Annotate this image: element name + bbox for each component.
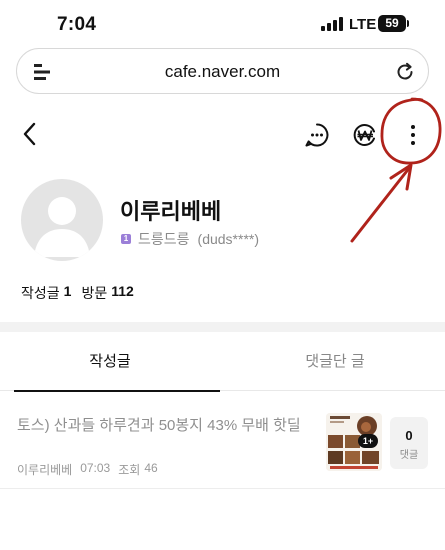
- signal-icon: [321, 17, 345, 31]
- won-currency-icon[interactable]: [352, 122, 378, 148]
- post-views: 46: [144, 461, 158, 475]
- post-meta: 이루리베베 07:03 조회 46: [17, 461, 166, 478]
- post-views-label: 조회: [118, 463, 141, 477]
- cafe-toolbar: [0, 112, 445, 156]
- chat-bubble-icon[interactable]: [304, 122, 330, 148]
- post-thumbnail[interactable]: 1+: [326, 413, 382, 471]
- more-vertical-icon[interactable]: [404, 122, 422, 148]
- url-text[interactable]: cafe.naver.com: [17, 62, 428, 82]
- visits-count: 112: [111, 283, 134, 299]
- post-time: 07:03: [80, 461, 111, 475]
- reload-icon[interactable]: [394, 61, 416, 83]
- avatar: [21, 179, 103, 261]
- posts-count: 1: [63, 283, 72, 299]
- default-profile-icon: [34, 197, 90, 257]
- battery-cap: [407, 20, 409, 27]
- post-title[interactable]: 토스) 산과들 하루견과 50봉지 43% 무배 핫딜: [17, 415, 317, 437]
- post-author: 이루리베베: [17, 463, 73, 477]
- activity-tabs: 작성글 댓글단 글: [0, 332, 445, 392]
- posts-label: 작성글: [21, 285, 60, 301]
- list-item[interactable]: 토스) 산과들 하루견과 50봉지 43% 무배 핫딜 이루리베베 07:03 …: [0, 392, 445, 489]
- comment-count-box[interactable]: 0 댓글: [390, 417, 428, 469]
- profile-nickname: 이루리베베: [120, 199, 222, 224]
- member-rank: 1 드릉드릉 (duds****): [121, 229, 259, 249]
- user-id: (duds****): [197, 231, 260, 247]
- rank-name: 드릉드릉: [138, 231, 190, 247]
- section-divider: [0, 322, 445, 332]
- chevron-left-icon[interactable]: [18, 120, 42, 148]
- comment-label: 댓글: [399, 450, 419, 461]
- profile-stats: 작성글 1 방문 112: [21, 283, 144, 303]
- address-bar[interactable]: cafe.naver.com: [16, 48, 429, 94]
- visits-label: 방문: [81, 285, 108, 301]
- rank-badge-icon: 1: [121, 234, 131, 244]
- status-bar: 7:04 LTE 59: [0, 0, 445, 50]
- tab-commented-posts[interactable]: 댓글단 글: [225, 332, 445, 391]
- network-label: LTE: [349, 16, 377, 33]
- battery-icon: 59: [378, 15, 406, 32]
- status-time: 7:04: [57, 14, 97, 35]
- comment-count: 0: [405, 428, 413, 443]
- thumbnail-badge: 1+: [358, 434, 378, 448]
- tab-written-posts[interactable]: 작성글: [0, 332, 220, 392]
